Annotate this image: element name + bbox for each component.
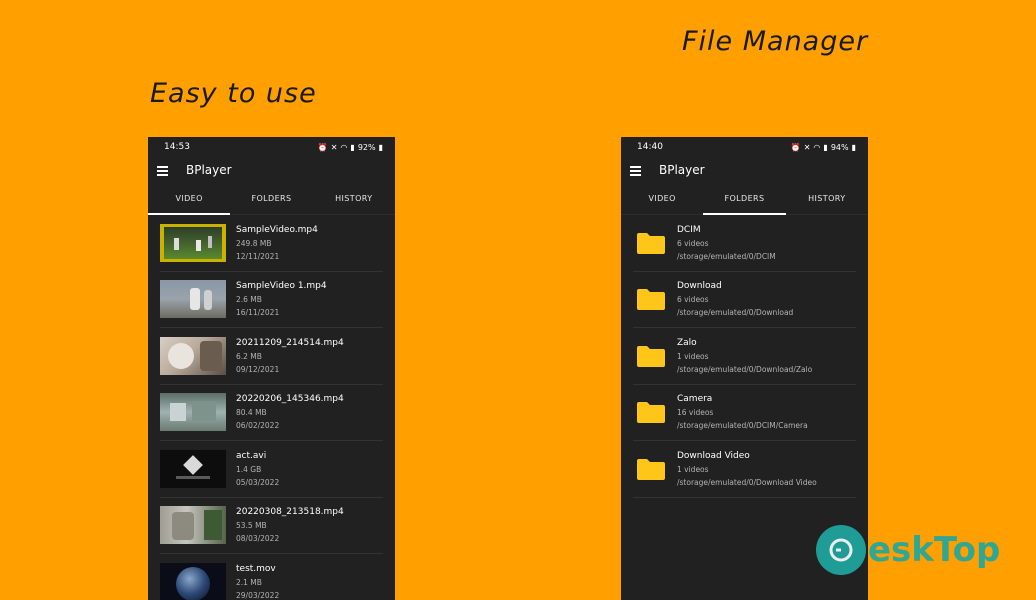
video-name: 20220206_145346.mp4: [236, 394, 344, 405]
app-toolbar: BPlayer: [148, 157, 395, 183]
alarm-icon: ⏰: [790, 142, 801, 152]
alarm-icon: ⏰: [317, 142, 328, 152]
status-bar: 14:53 ⏰ ✕ ◠ ▮ 92% ▮: [148, 137, 395, 157]
watermark-d-icon: [816, 525, 866, 575]
status-bar: 14:40 ⏰ ✕ ◠ ▮ 94% ▮: [621, 137, 868, 157]
video-thumbnail: [160, 506, 226, 545]
folder-name: Download Video: [677, 450, 750, 461]
video-size: 6.2 MB: [236, 351, 262, 361]
battery-icon: ▮: [851, 142, 856, 152]
folder-count: 1 videos: [677, 464, 709, 474]
video-thumbnail: [160, 562, 226, 600]
tab-video[interactable]: VIDEO: [148, 183, 231, 215]
folder-list: DCIM 6 videos /storage/emulated/0/DCIM D…: [621, 215, 868, 498]
battery-level: 94%: [830, 142, 849, 152]
folder-name: Zalo: [677, 337, 697, 348]
folder-icon: [637, 458, 665, 480]
video-thumbnail: [160, 449, 226, 488]
wifi-icon: ◠: [813, 142, 821, 152]
mute-icon: ✕: [803, 142, 811, 152]
video-thumbnail: [160, 280, 226, 319]
video-item[interactable]: SampleVideo.mp4 249.8 MB 12/11/2021: [160, 215, 383, 272]
app-toolbar: BPlayer: [621, 157, 868, 183]
video-thumbnail: [160, 223, 226, 262]
folder-path: /storage/emulated/0/DCIM/Camera: [677, 421, 808, 431]
folder-count: 1 videos: [677, 351, 709, 361]
folder-count: 16 videos: [677, 408, 714, 418]
video-name: SampleVideo.mp4: [236, 224, 318, 235]
video-list: SampleVideo.mp4 249.8 MB 12/11/2021 Samp…: [148, 215, 395, 600]
video-thumbnail: [160, 393, 226, 432]
watermark-logo: eskTop: [816, 520, 1000, 580]
tab-bar: VIDEO FOLDERS HISTORY: [148, 183, 395, 215]
video-size: 2.1 MB: [236, 577, 262, 587]
status-time: 14:40: [637, 142, 663, 152]
battery-icon: ▮: [378, 142, 383, 152]
video-name: test.mov: [236, 563, 276, 574]
tab-folders[interactable]: FOLDERS: [703, 183, 786, 215]
signal-icon: ▮: [823, 142, 828, 152]
wifi-icon: ◠: [340, 142, 348, 152]
video-size: 1.4 GB: [236, 464, 262, 474]
folder-item[interactable]: Download 6 videos /storage/emulated/0/Do…: [633, 272, 856, 328]
app-title: BPlayer: [659, 163, 705, 177]
folder-item[interactable]: Download Video 1 videos /storage/emulate…: [633, 441, 856, 498]
folder-icon: [637, 402, 665, 424]
video-name: 20220308_213518.mp4: [236, 507, 344, 518]
video-date: 09/12/2021: [236, 364, 280, 374]
menu-icon[interactable]: [157, 165, 168, 176]
video-date: 06/02/2022: [236, 421, 280, 431]
menu-icon[interactable]: [630, 165, 641, 176]
folder-icon: [637, 289, 665, 311]
video-item[interactable]: SampleVideo 1.mp4 2.6 MB 16/11/2021: [160, 272, 383, 328]
video-name: SampleVideo 1.mp4: [236, 281, 327, 292]
folder-path: /storage/emulated/0/Download/Zalo: [677, 364, 813, 374]
mute-icon: ✕: [330, 142, 338, 152]
folder-name: Download: [677, 281, 722, 292]
folder-item[interactable]: DCIM 6 videos /storage/emulated/0/DCIM: [633, 215, 856, 272]
tab-bar: VIDEO FOLDERS HISTORY: [621, 183, 868, 215]
video-item[interactable]: 20211209_214514.mp4 6.2 MB 09/12/2021: [160, 328, 383, 385]
video-item[interactable]: act.avi 1.4 GB 05/03/2022: [160, 441, 383, 498]
video-date: 29/03/2022: [236, 590, 280, 600]
folder-icon: [637, 345, 665, 367]
signal-icon: ▮: [350, 142, 355, 152]
video-date: 16/11/2021: [236, 308, 280, 318]
tab-history[interactable]: HISTORY: [786, 183, 868, 214]
video-size: 80.4 MB: [236, 408, 267, 418]
battery-level: 92%: [357, 142, 376, 152]
status-time: 14:53: [164, 142, 190, 152]
video-size: 249.8 MB: [236, 238, 272, 248]
folder-path: /storage/emulated/0/Download: [677, 308, 794, 318]
right-caption: File Manager: [682, 26, 869, 57]
folder-icon: [637, 232, 665, 254]
video-item[interactable]: test.mov 2.1 MB 29/03/2022: [160, 554, 383, 600]
tab-video[interactable]: VIDEO: [621, 183, 703, 214]
video-thumbnail: [160, 336, 226, 375]
video-name: act.avi: [236, 450, 267, 461]
folder-name: DCIM: [677, 224, 701, 235]
folder-item[interactable]: Camera 16 videos /storage/emulated/0/DCI…: [633, 385, 856, 441]
video-name: 20211209_214514.mp4: [236, 337, 344, 348]
folder-path: /storage/emulated/0/DCIM: [677, 251, 776, 261]
video-date: 08/03/2022: [236, 534, 280, 544]
folder-item[interactable]: Zalo 1 videos /storage/emulated/0/Downlo…: [633, 328, 856, 385]
tab-folders[interactable]: FOLDERS: [230, 183, 312, 214]
video-size: 2.6 MB: [236, 295, 262, 305]
video-date: 05/03/2022: [236, 477, 280, 487]
folder-count: 6 videos: [677, 238, 709, 248]
video-date: 12/11/2021: [236, 251, 280, 261]
video-item[interactable]: 20220206_145346.mp4 80.4 MB 06/02/2022: [160, 385, 383, 441]
video-size: 53.5 MB: [236, 521, 267, 531]
tab-history[interactable]: HISTORY: [313, 183, 395, 214]
folder-count: 6 videos: [677, 295, 709, 305]
left-phone-screen: 14:53 ⏰ ✕ ◠ ▮ 92% ▮ BPlayer VIDEO FOLDER…: [148, 137, 395, 600]
watermark-text: eskTop: [868, 530, 1001, 570]
video-item[interactable]: 20220308_213518.mp4 53.5 MB 08/03/2022: [160, 498, 383, 554]
left-caption: Easy to use: [150, 78, 317, 109]
folder-path: /storage/emulated/0/Download Video: [677, 477, 817, 487]
app-title: BPlayer: [186, 163, 232, 177]
folder-name: Camera: [677, 394, 713, 405]
